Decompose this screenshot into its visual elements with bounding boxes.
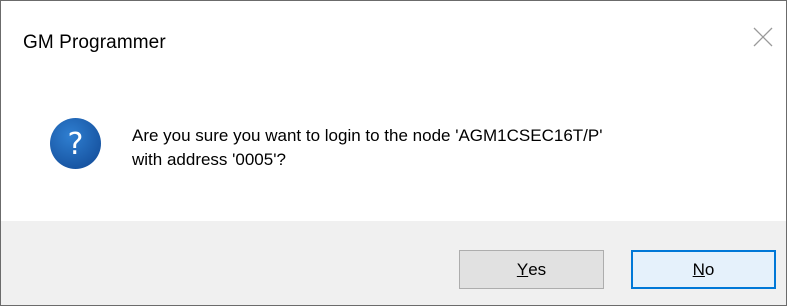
message-area: ? Are you sure you want to login to the … <box>1 77 786 221</box>
no-label-rest: o <box>704 259 715 279</box>
no-button[interactable]: No <box>631 250 776 289</box>
close-button[interactable] <box>741 15 785 59</box>
close-icon <box>753 27 773 47</box>
title-bar[interactable]: GM Programmer <box>1 1 786 77</box>
window-title: GM Programmer <box>23 32 166 53</box>
no-mnemonic: N <box>692 259 705 279</box>
question-icon: ? <box>50 118 101 169</box>
yes-mnemonic: Y <box>516 259 529 279</box>
confirm-dialog: GM Programmer ? Are you sure you want to… <box>0 0 787 306</box>
yes-label-rest: es <box>528 259 547 279</box>
message-line-2: with address '0005'? <box>132 150 286 169</box>
message-line-1: Are you sure you want to login to the no… <box>132 126 603 145</box>
svg-text:?: ? <box>68 127 84 162</box>
yes-button[interactable]: Yes <box>459 250 604 289</box>
message-text: Are you sure you want to login to the no… <box>132 124 752 172</box>
button-bar: Yes No <box>1 221 786 305</box>
